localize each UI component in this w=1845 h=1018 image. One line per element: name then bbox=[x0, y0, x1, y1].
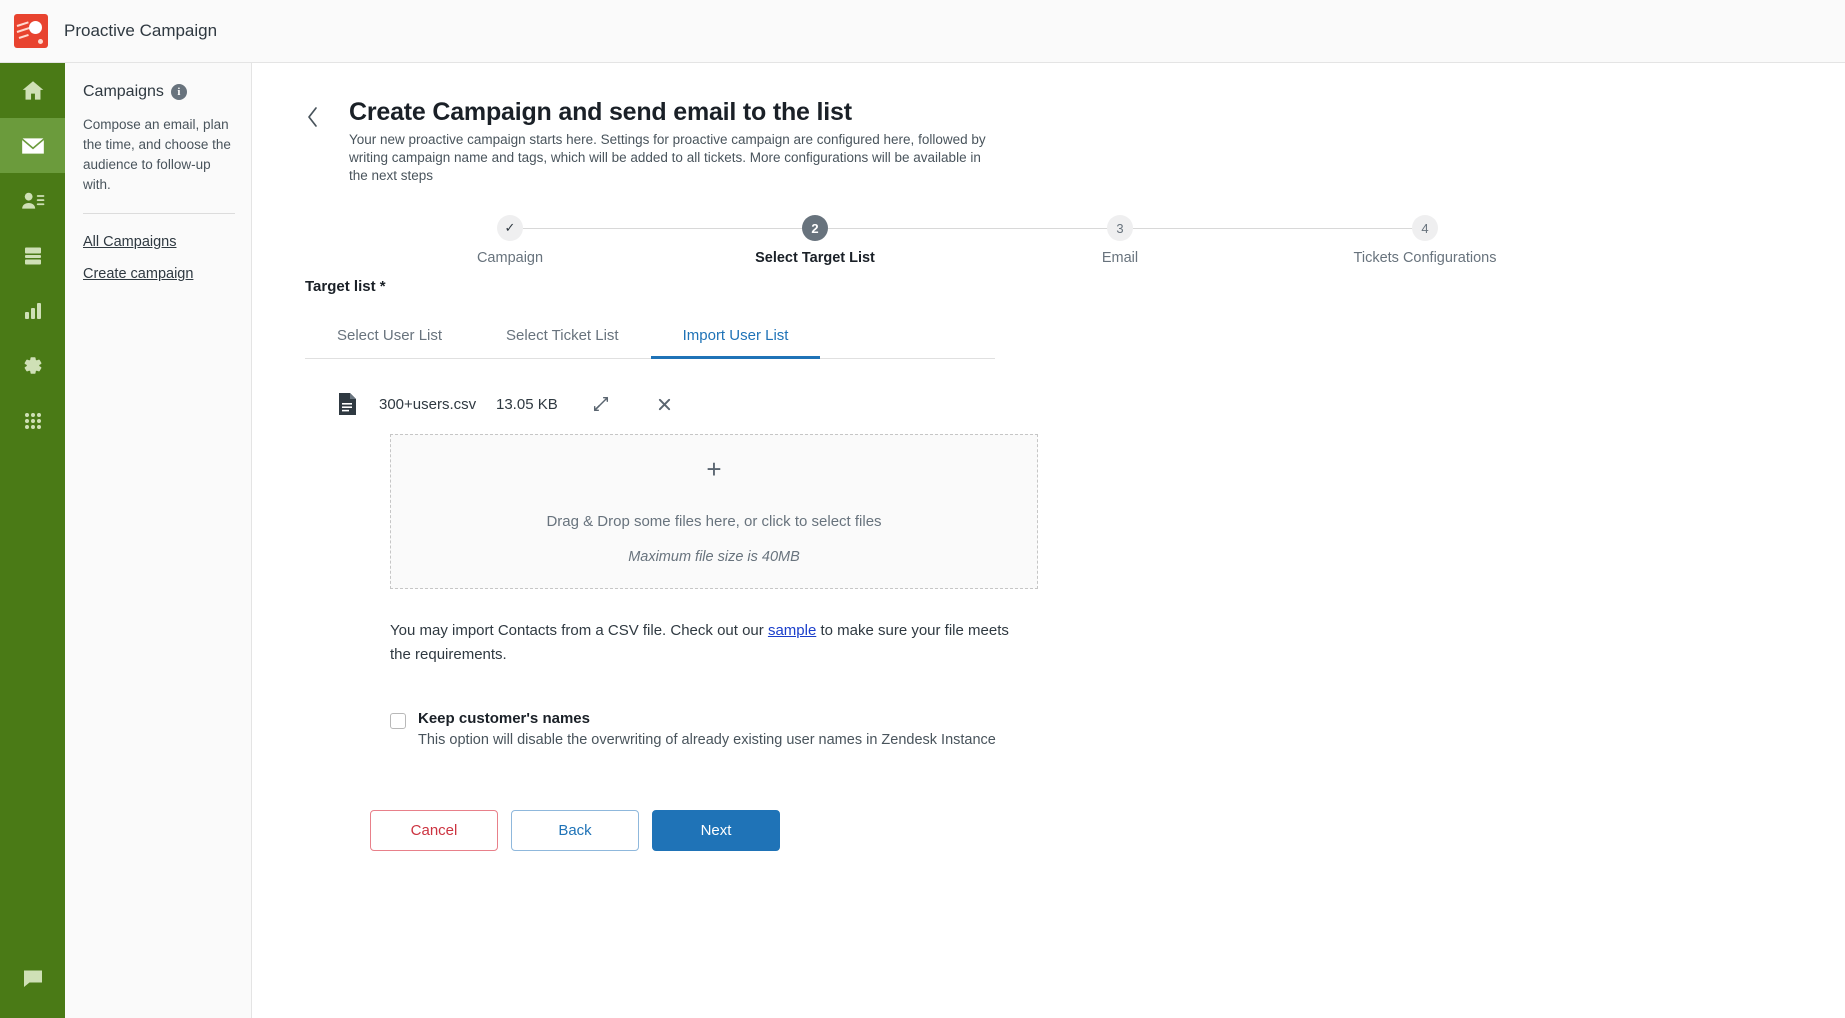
stepper-connector-2 bbox=[828, 228, 1116, 229]
cancel-button[interactable]: Cancel bbox=[370, 810, 498, 851]
top-bar: Proactive Campaign bbox=[0, 0, 1845, 63]
app-logo-icon bbox=[14, 14, 48, 48]
keep-names-text-block: Keep customer's names This option will d… bbox=[418, 710, 996, 748]
uploaded-file-row: 300+users.csv 13.05 KB bbox=[338, 391, 1845, 417]
home-icon bbox=[20, 78, 46, 104]
uploaded-file-name: 300+users.csv bbox=[379, 395, 477, 413]
target-list-label: Target list * bbox=[305, 278, 386, 295]
step-1-bubble: ✓ bbox=[497, 215, 523, 241]
chat-icon bbox=[21, 966, 45, 995]
step-2-bubble: 2 bbox=[802, 215, 828, 241]
tab-import-user-list[interactable]: Import User List bbox=[650, 317, 821, 359]
gear-icon bbox=[20, 353, 45, 378]
page-subtitle: Your new proactive campaign starts here.… bbox=[349, 132, 986, 183]
step-2-label: Select Target List bbox=[755, 250, 875, 266]
icon-rail bbox=[0, 63, 65, 1018]
next-button[interactable]: Next bbox=[652, 810, 780, 851]
info-icon[interactable]: i bbox=[170, 84, 187, 100]
side-panel: Campaigns i Compose an email, plan the t… bbox=[65, 63, 252, 1018]
panel-link-create-campaign[interactable]: Create campaign bbox=[83, 266, 235, 282]
rail-item-campaigns[interactable] bbox=[0, 118, 65, 173]
step-email[interactable]: 3 Email bbox=[1030, 215, 1210, 266]
step-campaign[interactable]: ✓ Campaign bbox=[420, 215, 600, 266]
step-1-label: Campaign bbox=[476, 250, 544, 266]
panel-title: Campaigns bbox=[83, 83, 164, 100]
step-4-bubble: 4 bbox=[1412, 215, 1438, 241]
step-3-label: Email bbox=[1101, 250, 1139, 266]
user-list-icon bbox=[20, 188, 46, 214]
database-icon bbox=[21, 244, 45, 268]
apps-grid-icon bbox=[21, 409, 45, 433]
panel-link-all-campaigns[interactable]: All Campaigns bbox=[83, 234, 235, 250]
step-3-bubble: 3 bbox=[1107, 215, 1133, 241]
wizard-actions: Cancel Back Next bbox=[370, 810, 1845, 851]
tab-select-ticket-list[interactable]: Select Ticket List bbox=[474, 317, 651, 359]
document-icon bbox=[338, 393, 357, 415]
plus-icon: + bbox=[706, 454, 722, 484]
page-title: Create Campaign and send email to the li… bbox=[349, 98, 852, 126]
rail-item-apps[interactable] bbox=[0, 393, 65, 448]
keep-customer-names-label: Keep customer's names bbox=[418, 710, 590, 727]
back-button-action[interactable]: Back bbox=[511, 810, 639, 851]
tab-select-user-list[interactable]: Select User List bbox=[305, 317, 474, 359]
keep-names-checkbox-row: Keep customer's names This option will d… bbox=[390, 710, 1845, 748]
rail-item-reports[interactable] bbox=[0, 283, 65, 338]
rail-item-settings[interactable] bbox=[0, 338, 65, 393]
rail-item-support[interactable] bbox=[0, 953, 65, 1008]
step-select-target-list[interactable]: 2 Select Target List bbox=[725, 215, 905, 266]
stepper-connector-3 bbox=[1133, 228, 1421, 229]
target-list-tabs: Select User List Select Ticket List Impo… bbox=[305, 317, 995, 359]
stepper-connector-1 bbox=[523, 228, 811, 229]
form-area: Target list * Select User List Select Ti… bbox=[253, 278, 1845, 851]
rail-item-home[interactable] bbox=[0, 63, 65, 118]
wizard-stepper: ✓ Campaign 2 Select Target List 3 Email … bbox=[305, 215, 1496, 280]
dropzone-primary-text: Drag & Drop some files here, or click to… bbox=[546, 513, 882, 530]
app-title: Proactive Campaign bbox=[64, 21, 218, 40]
rail-item-data[interactable] bbox=[0, 228, 65, 283]
page-header: Create Campaign and send email to the li… bbox=[253, 63, 1845, 185]
rail-item-users[interactable] bbox=[0, 173, 65, 228]
app-root: Proactive Campaign Campaigns i Compose a… bbox=[0, 0, 1845, 1018]
step-4-label: Tickets Configurations bbox=[1353, 250, 1497, 266]
uploaded-file-size: 13.05 KB bbox=[496, 395, 558, 413]
bar-chart-icon bbox=[21, 299, 45, 323]
page-header-text: Create Campaign and send email to the li… bbox=[349, 96, 999, 185]
back-button[interactable] bbox=[305, 104, 321, 135]
panel-header: Campaigns i bbox=[83, 83, 235, 101]
main-content: Create Campaign and send email to the li… bbox=[253, 63, 1845, 1018]
swap-arrows-icon[interactable] bbox=[588, 391, 614, 417]
mail-icon bbox=[20, 133, 46, 159]
sample-link[interactable]: sample bbox=[768, 622, 816, 639]
dropzone-secondary-text: Maximum file size is 40MB bbox=[628, 549, 800, 565]
helper-text-before: You may import Contacts from a CSV file.… bbox=[390, 622, 768, 639]
step-tickets-configurations[interactable]: 4 Tickets Configurations bbox=[1335, 215, 1515, 266]
file-dropzone[interactable]: + Drag & Drop some files here, or click … bbox=[390, 434, 1038, 589]
import-helper-text: You may import Contacts from a CSV file.… bbox=[390, 619, 1030, 667]
keep-customer-names-checkbox[interactable] bbox=[390, 713, 406, 729]
panel-description: Compose an email, plan the time, and cho… bbox=[83, 117, 231, 192]
keep-customer-names-description: This option will disable the overwriting… bbox=[418, 732, 996, 748]
panel-divider bbox=[83, 213, 235, 214]
close-icon[interactable] bbox=[651, 391, 677, 417]
